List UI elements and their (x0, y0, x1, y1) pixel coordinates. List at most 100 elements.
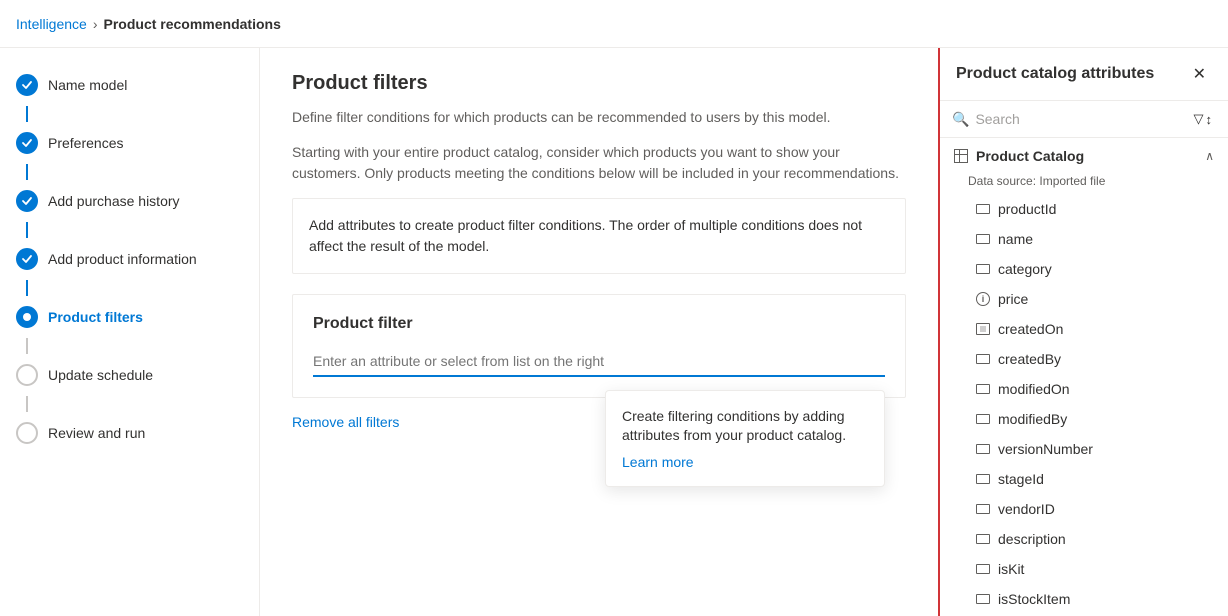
sidebar-item-label-name-model: Name model (48, 77, 127, 93)
attr-icon-modifiedOn (976, 384, 990, 394)
right-panel-title: Product catalog attributes (956, 65, 1154, 83)
breadcrumb: Intelligence › Product recommendations (16, 16, 281, 32)
catalog-attr-createdBy[interactable]: createdBy (940, 344, 1228, 374)
attr-name-stageId: stageId (998, 471, 1044, 487)
tooltip-text: Create filtering conditions by adding at… (622, 407, 868, 446)
step-circle-add-product-information (16, 248, 38, 270)
search-input-wrapper: 🔍 (952, 111, 1182, 128)
tooltip-popup: Create filtering conditions by adding at… (605, 390, 885, 487)
info-box: Add attributes to create product filter … (292, 198, 906, 274)
learn-more-link[interactable]: Learn more (622, 454, 694, 470)
connector-2 (26, 164, 28, 180)
sidebar-item-label-preferences: Preferences (48, 135, 123, 151)
catalog-attr-isStockItem[interactable]: isStockItem (940, 584, 1228, 614)
filter-attribute-input[interactable] (313, 353, 885, 369)
connector-6 (26, 396, 28, 412)
step-circle-name-model (16, 74, 38, 96)
attr-name-isStockItem: isStockItem (998, 591, 1070, 607)
connector-1 (26, 106, 28, 122)
attr-name-name: name (998, 231, 1033, 247)
attr-name-modifiedOn: modifiedOn (998, 381, 1070, 397)
catalog-attr-vendorID[interactable]: vendorID (940, 494, 1228, 524)
attr-name-versionNumber: versionNumber (998, 441, 1093, 457)
catalog-name: Product Catalog (976, 148, 1084, 164)
attr-icon-stageId (976, 474, 990, 484)
sidebar-item-label-review-and-run: Review and run (48, 425, 145, 441)
catalog-attr-price[interactable]: i price (940, 284, 1228, 314)
remove-all-filters-link[interactable]: Remove all filters (292, 414, 399, 430)
filter-section-title: Product filter (313, 315, 885, 333)
attr-icon-createdBy (976, 354, 990, 364)
sidebar: Name model Preferences Add purchase hist… (0, 48, 260, 616)
connector-4 (26, 280, 28, 296)
info-box-text: Add attributes to create product filter … (309, 217, 862, 254)
sidebar-item-review-and-run[interactable]: Review and run (0, 412, 259, 454)
step-circle-product-filters (16, 306, 38, 328)
filter-input-wrapper (313, 347, 885, 377)
sidebar-item-label-add-product-information: Add product information (48, 251, 197, 267)
search-icon: 🔍 (952, 111, 969, 128)
catalog-attr-productId[interactable]: productId (940, 194, 1228, 224)
attr-icon-description (976, 534, 990, 544)
close-panel-button[interactable]: ✕ (1187, 62, 1212, 86)
filter-section: Product filter Create filtering conditio… (292, 294, 906, 398)
breadcrumb-sep: › (93, 16, 98, 32)
catalog-list: Product Catalog ∧ Data source: Imported … (940, 138, 1228, 616)
sidebar-item-label-product-filters: Product filters (48, 309, 143, 325)
connector-5 (26, 338, 28, 354)
sidebar-item-label-add-purchase-history: Add purchase history (48, 193, 180, 209)
page-desc-1: Define filter conditions for which produ… (292, 107, 906, 128)
catalog-attr-name[interactable]: name (940, 224, 1228, 254)
catalog-attr-category[interactable]: category (940, 254, 1228, 284)
attr-name-isKit: isKit (998, 561, 1024, 577)
catalog-table-icon (954, 149, 968, 163)
attr-icon-productId (976, 204, 990, 214)
attr-icon-isStockItem (976, 594, 990, 604)
attr-icon-createdOn (976, 323, 990, 335)
sidebar-item-label-update-schedule: Update schedule (48, 367, 153, 383)
main-content: Product filters Define filter conditions… (260, 48, 938, 616)
attr-name-productId: productId (998, 201, 1056, 217)
main-layout: Name model Preferences Add purchase hist… (0, 48, 1228, 616)
attr-name-price: price (998, 291, 1028, 307)
search-row: 🔍 ▽ ↕ (940, 101, 1228, 138)
catalog-attr-isKit[interactable]: isKit (940, 554, 1228, 584)
catalog-attr-createdOn[interactable]: createdOn (940, 314, 1228, 344)
attr-icon-vendorID (976, 504, 990, 514)
catalog-attr-stageId[interactable]: stageId (940, 464, 1228, 494)
sidebar-item-preferences[interactable]: Preferences (0, 122, 259, 164)
page-desc-2: Starting with your entire product catalo… (292, 142, 906, 184)
sidebar-item-product-filters[interactable]: Product filters (0, 296, 259, 338)
right-panel-header: Product catalog attributes ✕ (940, 48, 1228, 101)
sidebar-item-name-model[interactable]: Name model (0, 64, 259, 106)
right-panel: Product catalog attributes ✕ 🔍 ▽ ↕ Produ… (938, 48, 1228, 616)
catalog-search-input[interactable] (975, 111, 1181, 127)
catalog-attr-versionNumber[interactable]: versionNumber (940, 434, 1228, 464)
attr-icon-name (976, 234, 990, 244)
catalog-attr-description[interactable]: description (940, 524, 1228, 554)
filter-sort-button[interactable]: ▽ ↕ (1190, 109, 1217, 129)
top-bar: Intelligence › Product recommendations (0, 0, 1228, 48)
attr-icon-price: i (976, 292, 990, 306)
breadcrumb-parent[interactable]: Intelligence (16, 16, 87, 32)
catalog-header-left: Product Catalog (954, 148, 1084, 164)
step-circle-review-and-run (16, 422, 38, 444)
attr-icon-modifiedBy (976, 414, 990, 424)
attr-name-description: description (998, 531, 1066, 547)
sidebar-item-add-purchase-history[interactable]: Add purchase history (0, 180, 259, 222)
attr-icon-category (976, 264, 990, 274)
sidebar-item-add-product-information[interactable]: Add product information (0, 238, 259, 280)
catalog-attr-modifiedBy[interactable]: modifiedBy (940, 404, 1228, 434)
sidebar-item-update-schedule[interactable]: Update schedule (0, 354, 259, 396)
catalog-collapse-icon: ∧ (1205, 149, 1214, 163)
attr-name-vendorID: vendorID (998, 501, 1055, 517)
filter-icon: ▽ (1194, 111, 1204, 127)
attr-icon-versionNumber (976, 444, 990, 454)
attr-name-modifiedBy: modifiedBy (998, 411, 1067, 427)
catalog-header[interactable]: Product Catalog ∧ (940, 138, 1228, 174)
catalog-attr-modifiedOn[interactable]: modifiedOn (940, 374, 1228, 404)
page-title: Product filters (292, 72, 906, 95)
catalog-source: Data source: Imported file (940, 174, 1228, 194)
connector-3 (26, 222, 28, 238)
breadcrumb-current: Product recommendations (104, 16, 281, 32)
